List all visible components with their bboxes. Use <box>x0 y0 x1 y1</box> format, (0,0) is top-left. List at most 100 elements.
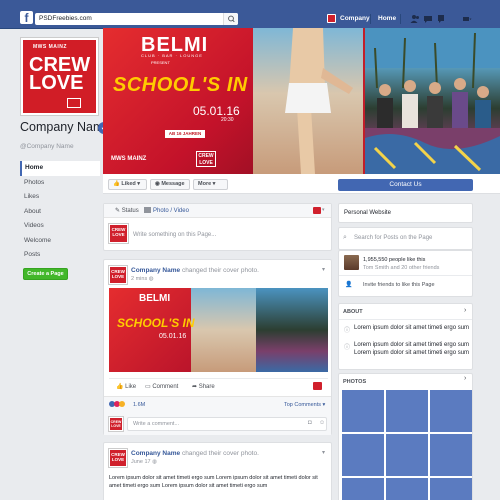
post-action-text: changed their cover photo. <box>181 267 259 274</box>
divider <box>339 275 472 276</box>
post-author-link[interactable]: Company Name <box>131 450 180 457</box>
about-title[interactable]: ABOUT <box>343 309 363 315</box>
composer-photo-video-label: Photo / Video <box>153 208 189 214</box>
cover-photo[interactable]: BELMI CLUB · BAR · LOUNGE PRESENT SCHOOL… <box>103 28 500 174</box>
like-icon: 👍 <box>116 384 126 390</box>
photos-card: PHOTOS › <box>338 373 473 500</box>
sidebar-item-posts[interactable]: Posts <box>20 248 100 263</box>
sidebar-item-about[interactable]: About <box>20 205 100 220</box>
camera-icon[interactable]: ◘ <box>308 420 312 426</box>
post-card: CREW LOVE Company Name changed their cove… <box>103 442 332 500</box>
account-menu-icon[interactable] <box>462 14 472 24</box>
photo-thumbnail[interactable] <box>386 434 428 476</box>
composer-photo-video-tab[interactable]: Photo / Video <box>144 207 189 214</box>
comment-input[interactable]: Write a comment... ◘ ☺ <box>127 417 327 431</box>
divider <box>109 378 328 379</box>
create-page-button[interactable]: Create a Page <box>23 268 68 280</box>
profile-avatar[interactable] <box>327 14 336 23</box>
chevron-right-icon[interactable]: › <box>464 307 466 314</box>
sidebar-item-welcome[interactable]: Welcome <box>20 234 100 249</box>
photo-thumbnail[interactable] <box>342 390 384 432</box>
likes-count-text[interactable]: 1,955,550 people like this <box>363 257 425 263</box>
composer-avatar: CREW LOVE <box>108 223 129 244</box>
photo-thumbnail[interactable] <box>386 390 428 432</box>
friend-avatar[interactable] <box>344 255 359 270</box>
likes-card: 1,955,550 people like this Tom Smith and… <box>338 250 473 297</box>
post-menu-chevron-icon[interactable]: ▾ <box>322 266 325 273</box>
chevron-right-icon[interactable]: › <box>464 375 466 382</box>
post-like-label: Like <box>125 384 137 390</box>
page-title[interactable]: Company Name <box>20 120 110 134</box>
invite-friends-link[interactable]: Invite friends to like this Page <box>363 282 435 288</box>
pencil-icon: ✎ <box>115 208 122 214</box>
notifications-icon[interactable] <box>436 14 446 24</box>
sidebar-item-photos[interactable]: Photos <box>20 176 100 191</box>
contact-us-button[interactable]: Contact Us <box>338 179 473 191</box>
chevron-down-icon[interactable]: ▾ <box>322 207 325 213</box>
top-comments-filter[interactable]: Top Comments ▾ <box>284 402 325 408</box>
post-author-avatar[interactable]: CREW LOVE <box>108 448 128 468</box>
website-card: Personal Website <box>338 203 473 223</box>
composer-status-tab[interactable]: ✎ Status <box>115 207 139 214</box>
photos-title[interactable]: PHOTOS <box>343 379 366 385</box>
post-author-link[interactable]: Company Name <box>131 267 180 274</box>
cover-crew-love-logo: CREW LOVE <box>196 151 216 167</box>
post-header: Company Name changed their cover photo. <box>131 267 259 274</box>
post-author-avatar[interactable]: CREW LOVE <box>108 265 128 285</box>
friend-requests-icon[interactable] <box>410 14 420 24</box>
post-menu-chevron-icon[interactable]: ▾ <box>322 449 325 456</box>
cover-footer-text: MWS MAINZ <box>111 156 147 162</box>
post-timestamp[interactable]: June 17 ◍ <box>131 459 157 465</box>
post-cover-image[interactable]: SCHOOL'S IN 05.01.16 BELMI <box>109 288 328 372</box>
likes-friends-text[interactable]: Tom Smith and 20 other friends <box>363 265 439 271</box>
reactions-count[interactable]: 1.6M <box>133 402 145 408</box>
share-icon: ➦ <box>192 384 199 390</box>
photo-thumbnail[interactable] <box>342 478 384 500</box>
more-label: More <box>198 181 212 187</box>
page-post-search-input[interactable]: Search for Posts on the Page <box>354 235 432 241</box>
profile-picture-badge <box>67 98 81 108</box>
profile-name-link[interactable]: Company <box>340 15 370 22</box>
cover-age-badge: AB 16 JAHREN <box>165 130 205 138</box>
photo-thumbnail[interactable] <box>430 434 472 476</box>
post-like-button[interactable]: 👍 Like <box>116 383 136 390</box>
page-profile-picture[interactable]: MWS MAINZ CREW LOVE <box>20 37 99 116</box>
post-reaction-as-page-avatar[interactable] <box>313 382 322 390</box>
camera-icon <box>144 207 151 213</box>
liked-button[interactable]: 👍 Liked ▾ <box>108 179 147 190</box>
photo-thumbnail[interactable] <box>342 434 384 476</box>
photo-thumbnail[interactable] <box>430 390 472 432</box>
composer-page-avatar[interactable] <box>313 207 321 214</box>
photo-thumbnail[interactable] <box>386 478 428 500</box>
composer-input[interactable]: Write something on this Page... <box>133 232 216 238</box>
post-image-brand: BELMI <box>139 293 171 304</box>
sidebar-item-home[interactable]: Home <box>20 161 100 176</box>
sidebar-item-likes[interactable]: Likes <box>20 190 100 205</box>
messages-icon[interactable] <box>423 14 433 24</box>
personal-website-link[interactable]: Personal Website <box>344 210 391 216</box>
search-button[interactable] <box>223 13 238 25</box>
globe-icon: ◍ <box>148 276 154 282</box>
post-share-button[interactable]: ➦ Share <box>192 383 215 390</box>
home-link[interactable]: Home <box>378 15 396 22</box>
message-button[interactable]: ◉ Message <box>150 179 190 190</box>
about-line-2: Lorem ipsum dolor sit amet timeti ergo s… <box>354 342 470 356</box>
search-icon: ⌕ <box>343 234 347 241</box>
sticker-icon[interactable]: ☺ <box>319 420 325 426</box>
page-handle[interactable]: @Company Name <box>20 143 74 150</box>
post-share-label: Share <box>198 384 215 390</box>
reactions-icons[interactable] <box>109 401 131 409</box>
cover-headline: SCHOOL'S IN <box>113 74 248 96</box>
liked-label: Liked <box>121 181 136 187</box>
composer-status-label: Status <box>121 208 139 214</box>
post-comment-button[interactable]: ▭ Comment <box>145 383 178 390</box>
more-button[interactable]: More ▾ <box>193 179 228 190</box>
comment-placeholder: Write a comment... <box>133 421 180 427</box>
sidebar-item-videos[interactable]: Videos <box>20 219 100 234</box>
post-comment-label: Comment <box>152 384 179 390</box>
profile-picture-top-text: MWS MAINZ <box>33 44 67 50</box>
post-timestamp[interactable]: 2 mins ◍ <box>131 276 154 282</box>
photo-thumbnail[interactable] <box>430 478 472 500</box>
facebook-logo-icon[interactable]: f <box>20 11 33 25</box>
search-input[interactable]: PSDFreebies.com <box>35 13 238 25</box>
